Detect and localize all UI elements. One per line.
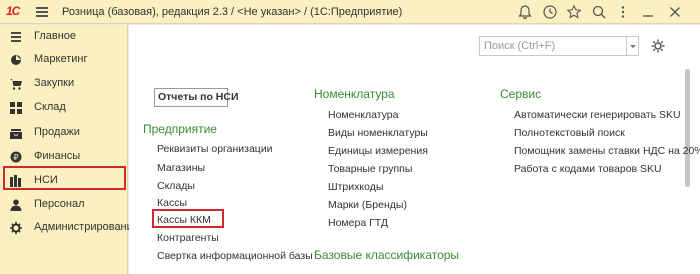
link-stores[interactable]: Магазины — [157, 162, 205, 174]
sidebar-item-label: Главное — [34, 30, 77, 42]
sidebar-item-label: Финансы — [34, 150, 81, 162]
sidebar-item-sales[interactable]: Продажи — [0, 121, 128, 145]
close-icon[interactable] — [667, 4, 683, 20]
sidebar-item-main[interactable]: Главное — [0, 25, 128, 49]
cart-icon — [10, 79, 22, 90]
sidebar-item-label: Администрирование — [34, 221, 139, 233]
section-heading-service: Сервис — [500, 87, 542, 101]
link-counterparties[interactable]: Контрагенты — [157, 232, 219, 244]
link-auto-generate-sku[interactable]: Автоматически генерировать SKU — [514, 109, 681, 121]
sidebar-item-label: Маркетинг — [34, 53, 88, 65]
finance-icon: ₽ — [10, 151, 22, 163]
minimize-icon[interactable] — [640, 4, 656, 20]
link-product-groups[interactable]: Товарные группы — [328, 163, 412, 175]
app-logo: 1С — [6, 4, 20, 18]
sidebar-item-purchases[interactable]: Закупки — [0, 72, 128, 96]
marketing-icon — [11, 55, 21, 65]
settings-gear-icon[interactable] — [650, 38, 666, 54]
sidebar-item-label: Закупки — [34, 77, 75, 89]
main-panel: Поиск (Ctrl+F) Отчеты по НСИ Предприятие… — [129, 25, 700, 274]
kkm-highlight — [152, 209, 224, 228]
link-cash-desks[interactable]: Кассы — [157, 197, 187, 209]
vertical-scrollbar[interactable] — [685, 69, 690, 187]
sidebar-item-label: Склад — [34, 101, 66, 113]
link-sku-codes[interactable]: Работа с кодами товаров SKU — [514, 163, 662, 175]
link-vat-assistant[interactable]: Помощник замены ставки НДС на 20% — [514, 145, 700, 157]
menu-icon[interactable] — [34, 4, 50, 20]
link-org-details[interactable]: Реквизиты организации — [157, 143, 273, 155]
selected-section-highlight — [3, 166, 126, 190]
sidebar-item-administration[interactable]: Администрирование — [0, 216, 139, 240]
sidebar-item-warehouse[interactable]: Склад — [0, 96, 128, 120]
link-gtd-numbers[interactable]: Номера ГТД — [328, 217, 388, 229]
svg-text:₽: ₽ — [13, 153, 18, 162]
section-heading-base-classifiers: Базовые классификаторы — [314, 248, 460, 262]
sales-icon — [10, 129, 22, 139]
history-icon[interactable] — [542, 4, 558, 20]
more-icon[interactable] — [615, 4, 631, 20]
sidebar-item-label: Продажи — [34, 126, 80, 138]
search-placeholder: Поиск (Ctrl+F) — [484, 40, 556, 52]
reports-button[interactable]: Отчеты по НСИ — [154, 88, 239, 107]
link-nomenclature[interactable]: Номенклатура — [328, 109, 398, 121]
sidebar-item-marketing[interactable]: Маркетинг — [0, 48, 128, 72]
section-heading-nomenclature: Номенклатура — [314, 87, 395, 101]
link-warehouses[interactable]: Склады — [157, 180, 195, 192]
warehouse-icon — [10, 102, 22, 114]
window-title: Розница (базовая), редакция 2.3 / <Не ук… — [62, 6, 403, 18]
sidebar-item-personnel[interactable]: Персонал — [0, 193, 128, 217]
link-fulltext-search[interactable]: Полнотекстовый поиск — [514, 127, 625, 139]
link-infobase-compaction[interactable]: Свертка информационной базы — [157, 250, 313, 262]
link-nomenclature-types[interactable]: Виды номенклатуры — [328, 127, 428, 139]
person-icon — [10, 199, 22, 211]
link-units[interactable]: Единицы измерения — [328, 145, 428, 157]
menu-lines-icon — [11, 32, 21, 42]
title-bar: 1С Розница (базовая), редакция 2.3 / <Не… — [0, 0, 700, 24]
section-heading-enterprise: Предприятие — [143, 122, 217, 136]
star-icon[interactable] — [566, 4, 582, 20]
link-barcodes[interactable]: Штрихкоды — [328, 181, 383, 193]
search-input[interactable]: Поиск (Ctrl+F) — [479, 36, 639, 56]
search-icon[interactable] — [591, 4, 607, 20]
sidebar-item-label: Персонал — [34, 198, 85, 210]
search-dropdown-arrow[interactable] — [626, 37, 638, 55]
gear-icon — [10, 222, 22, 234]
link-brands[interactable]: Марки (Бренды) — [328, 199, 407, 211]
sidebar: Главное Маркетинг Закупки Склад Продажи … — [0, 25, 139, 274]
reports-button-label: Отчеты по НСИ — [158, 91, 239, 103]
bell-icon[interactable] — [517, 4, 533, 20]
